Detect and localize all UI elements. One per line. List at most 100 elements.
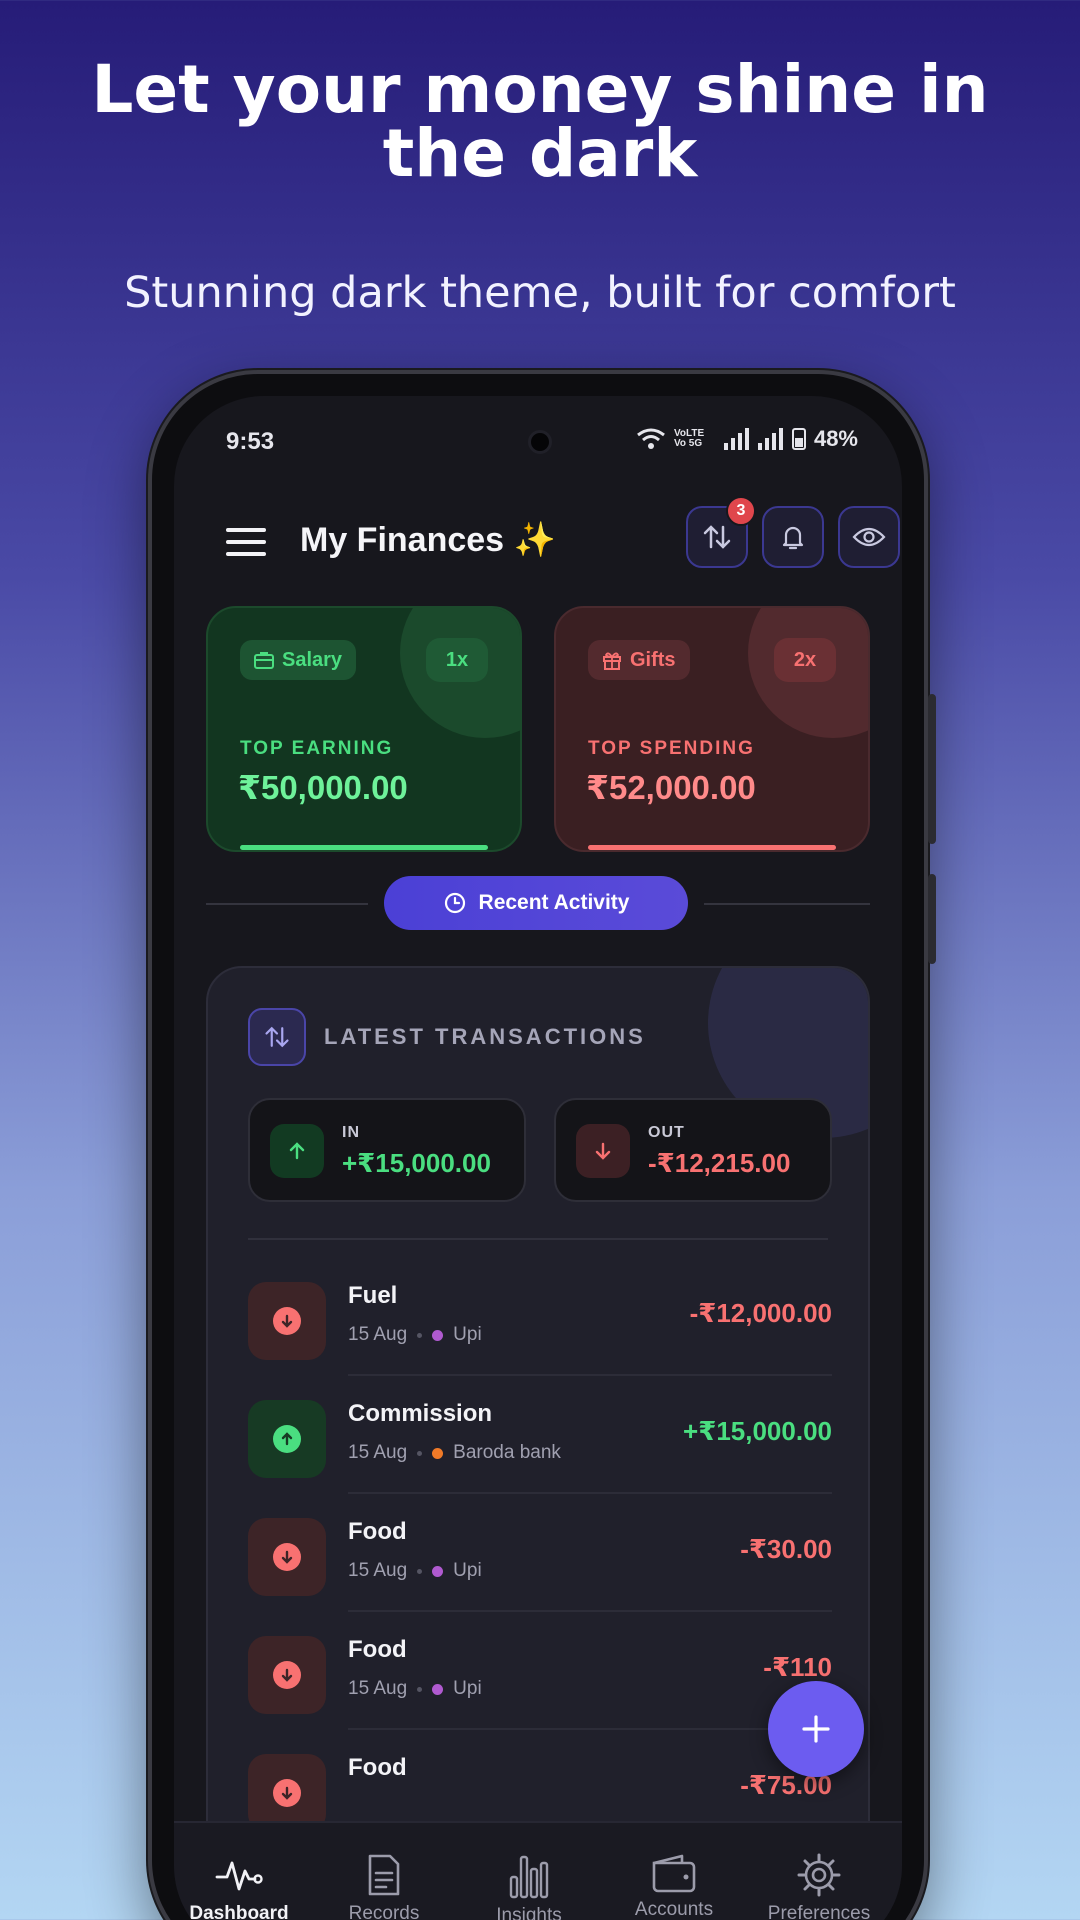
transaction-account: Baroda bank	[453, 1442, 561, 1463]
add-transaction-button[interactable]	[768, 1681, 864, 1777]
out-label: OUT	[648, 1124, 685, 1141]
divider-line	[206, 903, 368, 905]
panel-icon	[248, 1008, 306, 1066]
status-bar: 9:53 VoLTE Vo 5G 48%	[174, 396, 902, 476]
out-amount: -₹12,215.00	[648, 1148, 791, 1178]
nav-label: Dashboard	[189, 1903, 289, 1920]
panel-title: LATEST TRANSACTIONS	[324, 1024, 646, 1049]
nav-item-dashboard[interactable]: Dashboard	[174, 1853, 304, 1920]
transfer-button[interactable]: 3	[686, 496, 756, 568]
in-amount: +₹15,000.00	[342, 1148, 491, 1178]
transaction-amount: -₹110	[763, 1652, 832, 1682]
expense-icon	[248, 1636, 326, 1714]
transaction-date: 15 Aug	[348, 1324, 408, 1345]
front-camera	[528, 430, 552, 454]
nav-item-records[interactable]: Records	[319, 1853, 449, 1920]
transaction-title: Food	[348, 1518, 407, 1545]
panel-separator	[248, 1238, 828, 1240]
transaction-account: Upi	[453, 1560, 482, 1581]
app-screen: 9:53 VoLTE Vo 5G 48% My Finances ✨ 3 Sal…	[174, 396, 902, 1920]
app-bar: My Finances ✨ 3	[174, 496, 902, 576]
recent-activity-divider: Recent Activity	[206, 876, 870, 932]
bottom-navigation: Dashboard Records Insights Accounts Pref…	[174, 1821, 902, 1920]
recent-activity-label: Recent Activity	[478, 891, 630, 914]
card-caption: TOP SPENDING	[588, 738, 755, 759]
transaction-row[interactable]: Food 15 Aug Upi -₹30.00	[248, 1494, 832, 1612]
transaction-date: 15 Aug	[348, 1678, 408, 1699]
eye-icon	[852, 527, 886, 547]
transaction-meta: 15 Aug Upi	[348, 1324, 482, 1346]
nav-item-insights[interactable]: Insights	[464, 1853, 594, 1920]
transaction-row[interactable]: Food 15 Aug Upi -₹110	[248, 1612, 832, 1730]
transaction-title: Food	[348, 1636, 407, 1663]
account-color-dot	[432, 1447, 444, 1459]
transaction-date: 15 Aug	[348, 1442, 408, 1463]
account-color-dot	[432, 1565, 444, 1577]
briefcase-icon	[254, 652, 274, 669]
transaction-row[interactable]: Commission 15 Aug Baroda bank +₹15,000.0…	[248, 1376, 832, 1494]
income-icon	[248, 1400, 326, 1478]
transaction-meta: 15 Aug Baroda bank	[348, 1442, 561, 1464]
transaction-title: Fuel	[348, 1282, 398, 1309]
visibility-toggle-button[interactable]	[838, 506, 900, 568]
transaction-title: Food	[348, 1754, 407, 1781]
money-in-summary[interactable]: IN +₹15,000.00	[248, 1098, 526, 1202]
nav-label: Insights	[496, 1905, 562, 1920]
status-time: 9:53	[226, 428, 275, 455]
clock-icon	[444, 892, 465, 914]
notifications-button[interactable]	[762, 506, 824, 568]
app-title: My Finances ✨	[300, 521, 556, 559]
volume-button	[928, 694, 936, 844]
bar-chart-icon	[509, 1855, 549, 1899]
status-indicators: VoLTE Vo 5G 48%	[636, 426, 858, 452]
wifi-icon	[637, 428, 665, 449]
bell-icon	[782, 526, 804, 550]
latest-transactions-panel: LATEST TRANSACTIONS IN +₹15,000.00 OUT -…	[206, 966, 870, 1920]
expense-icon	[248, 1518, 326, 1596]
arrow-down-icon	[576, 1124, 630, 1178]
battery-level: 48%	[813, 426, 858, 451]
in-label: IN	[342, 1124, 360, 1141]
nav-item-accounts[interactable]: Accounts	[609, 1853, 739, 1920]
transaction-account: Upi	[453, 1678, 482, 1699]
money-out-summary[interactable]: OUT -₹12,215.00	[554, 1098, 832, 1202]
transfer-icon	[265, 1026, 289, 1048]
top-earning-card[interactable]: Salary 1x TOP EARNING ₹50,000.00	[206, 606, 522, 852]
gift-icon	[603, 652, 621, 670]
battery-icon	[791, 428, 806, 450]
account-color-dot	[432, 1683, 444, 1695]
phone-frame: 9:53 VoLTE Vo 5G 48% My Finances ✨ 3 Sal…	[148, 370, 936, 1920]
network-label: VoLTE Vo 5G	[673, 428, 705, 449]
expense-icon	[248, 1282, 326, 1360]
card-amount: ₹52,000.00	[586, 769, 756, 806]
pulse-icon	[215, 1861, 263, 1891]
category-label: Gifts	[630, 648, 676, 671]
wallet-icon	[652, 1854, 696, 1893]
promo-subline: Stunning dark theme, built for comfort	[124, 268, 956, 318]
nav-label: Records	[348, 1903, 420, 1920]
top-spending-card[interactable]: Gifts 2x TOP SPENDING ₹52,000.00	[554, 606, 870, 852]
plus-icon	[802, 1715, 830, 1743]
card-accent-bar	[240, 845, 488, 850]
multiplier-badge: 1x	[426, 638, 488, 682]
power-button	[928, 874, 936, 964]
recent-activity-button[interactable]: Recent Activity	[384, 876, 688, 930]
transaction-amount: -₹12,000.00	[689, 1298, 832, 1328]
card-amount: ₹50,000.00	[238, 769, 408, 806]
transaction-title: Commission	[348, 1400, 493, 1427]
transfer-icon	[703, 525, 731, 549]
menu-icon[interactable]	[226, 528, 266, 558]
multiplier-badge: 2x	[774, 638, 836, 682]
signal-icon	[723, 428, 749, 450]
document-icon	[368, 1854, 400, 1896]
transaction-amount: -₹30.00	[740, 1534, 832, 1564]
nav-label: Accounts	[634, 1899, 714, 1920]
card-accent-bar	[588, 845, 836, 850]
nav-label: Preferences	[767, 1903, 871, 1920]
category-chip: Salary	[240, 640, 357, 680]
promo-headline: Let your money shine in the dark	[91, 51, 989, 192]
category-chip: Gifts	[588, 640, 690, 680]
signal-icon	[757, 428, 783, 450]
transaction-row[interactable]: Fuel 15 Aug Upi -₹12,000.00	[248, 1258, 832, 1376]
nav-item-preferences[interactable]: Preferences	[754, 1853, 884, 1920]
